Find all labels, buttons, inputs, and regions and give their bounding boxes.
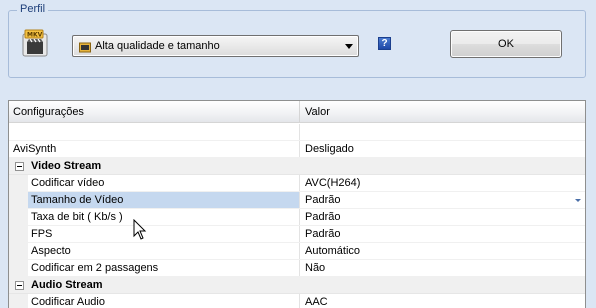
mouse-pointer-icon [133, 219, 147, 240]
chevron-down-icon[interactable] [571, 193, 584, 207]
row-name: Taxa de bit ( Kb/s ) [31, 211, 123, 223]
help-button[interactable]: ? [378, 37, 391, 50]
chevron-down-icon [345, 44, 353, 49]
row-name: Codificar em 2 passagens [31, 262, 159, 274]
category-video-stream[interactable]: Video Stream [9, 158, 585, 175]
row-value: Desligado [299, 141, 585, 157]
grid-row-blank[interactable] [9, 124, 585, 141]
grid-row-taxa-bit[interactable]: Taxa de bit ( Kb/s ) Padrão [9, 209, 585, 226]
grid-row-tamanho-video[interactable]: Tamanho de Vídeo Padrão [9, 192, 585, 209]
row-value[interactable]: Padrão [299, 192, 585, 208]
row-value: Não [299, 260, 585, 276]
collapse-icon[interactable] [15, 162, 24, 171]
row-value: AVC(H264) [299, 175, 585, 191]
row-value: Automático [299, 243, 585, 259]
row-name: AviSynth [13, 143, 57, 155]
profile-dropdown[interactable]: Alta qualidade e tamanho [72, 35, 359, 57]
grid-row-duas-passagens[interactable]: Codificar em 2 passagens Não [9, 260, 585, 277]
svg-text:MKV: MKV [27, 32, 43, 39]
profile-group: Perfil MKV Alta qualidade e tamanho ? OK [8, 3, 586, 78]
category-audio-stream[interactable]: Audio Stream [9, 277, 585, 294]
row-value [299, 124, 585, 140]
grid-row-avisynth[interactable]: AviSynth Desligado [9, 141, 585, 158]
row-value-text: Padrão [305, 194, 341, 206]
row-value: AAC [299, 294, 585, 308]
category-label: Video Stream [9, 158, 585, 174]
row-value: Padrão [299, 209, 585, 225]
row-name: Codificar vídeo [31, 177, 105, 189]
profile-selected-value: Alta qualidade e tamanho [95, 40, 220, 52]
grid-header: Configurações Valor [9, 101, 585, 123]
row-name: Codificar Audio [31, 296, 105, 308]
video-format-icon [79, 42, 91, 53]
column-header-value[interactable]: Valor [305, 106, 330, 118]
ok-button[interactable]: OK [450, 30, 562, 58]
row-name: Aspecto [31, 245, 71, 257]
grid-row-fps[interactable]: FPS Padrão [9, 226, 585, 243]
column-divider[interactable] [299, 101, 300, 123]
settings-property-grid: Configurações Valor AviSynth Desligado V… [8, 100, 586, 308]
row-name: Tamanho de Vídeo [9, 192, 299, 208]
row-name: FPS [31, 228, 53, 240]
collapse-icon[interactable] [15, 281, 24, 290]
grid-row-codificar-video[interactable]: Codificar vídeo AVC(H264) [9, 175, 585, 192]
row-value: Padrão [299, 226, 585, 242]
profile-legend: Perfil [17, 3, 49, 15]
category-label: Audio Stream [9, 277, 585, 293]
column-header-settings[interactable]: Configurações [13, 106, 84, 118]
grid-row-codificar-audio[interactable]: Codificar Audio AAC [9, 294, 585, 308]
grid-row-aspecto[interactable]: Aspecto Automático [9, 243, 585, 260]
mkv-film-icon: MKV [22, 29, 48, 57]
row-name [9, 124, 299, 140]
